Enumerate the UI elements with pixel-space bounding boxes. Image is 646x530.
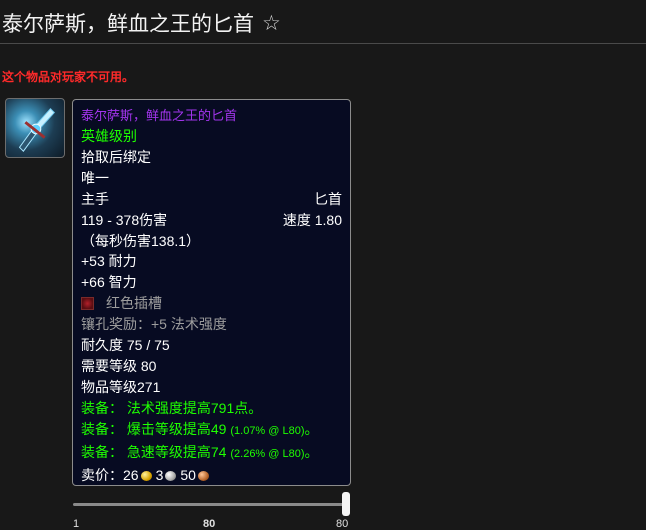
slider-min-label: 1 <box>73 518 80 530</box>
unique-tag: 唯一 <box>81 169 109 186</box>
item-quality: 英雄级别 <box>81 128 137 144</box>
required-level: 需要等级 80 <box>81 357 157 374</box>
level-slider-track[interactable] <box>73 503 350 506</box>
damage-row: 119 - 378伤害 速度 1.80 <box>81 210 342 231</box>
equip-haste[interactable]: 装备： 急速等级提高74 (2.26% @ L80)。 <box>81 442 342 465</box>
equip-detail: (1.07% @ L80) <box>230 424 305 437</box>
sell-price: 卖价：26 3 50 <box>81 465 342 486</box>
equip-prefix: 装备： <box>81 420 123 437</box>
equip-text: 爆击等级提高49 <box>126 420 227 437</box>
copper-coin-icon <box>197 470 209 481</box>
equip-crit[interactable]: 装备： 爆击等级提高49 (1.07% @ L80)。 <box>81 419 342 442</box>
unavailable-warning: 这个物品对玩家不可用。 <box>2 70 135 84</box>
item-name: 泰尔萨斯，鲜血之王的匕首 <box>81 108 238 123</box>
stat-intellect: +66 智力 <box>81 274 137 291</box>
item-speed: 速度 1.80 <box>282 211 342 228</box>
equip-detail: (2.26% @ L80) <box>230 447 305 460</box>
level-slider-handle[interactable] <box>342 492 350 516</box>
item-level: 物品等级271 <box>81 378 161 395</box>
item-dps: （每秒伤害138.1） <box>81 232 201 249</box>
equip-period: 。 <box>304 420 319 437</box>
item-type: 匕首 <box>314 190 342 207</box>
red-socket-icon <box>81 297 94 311</box>
gold-amount: 26 <box>123 466 139 483</box>
stat-stamina: +53 耐力 <box>81 253 137 270</box>
item-damage: 119 - 378伤害 <box>81 211 168 228</box>
dagger-icon[interactable] <box>5 98 65 158</box>
header-divider <box>0 43 646 44</box>
item-tooltip: 泰尔萨斯，鲜血之王的匕首 英雄级别 拾取后绑定 唯一 主手 匕首 119 - 3… <box>72 99 351 486</box>
equip-prefix: 装备： <box>81 399 123 416</box>
silver-coin-icon <box>165 470 177 481</box>
page-title: 泰尔萨斯，鲜血之王的匕首 ☆ <box>2 8 281 38</box>
equip-period: 。 <box>304 443 319 460</box>
item-slot: 主手 <box>81 190 109 207</box>
slider-max-label: 80 <box>336 518 349 530</box>
equip-prefix: 装备： <box>81 443 123 460</box>
bind-type: 拾取后绑定 <box>81 148 151 165</box>
socket-row: 红色插槽 <box>81 293 342 314</box>
gold-coin-icon <box>140 470 152 481</box>
durability: 耐久度 75 / 75 <box>81 337 170 354</box>
equip-text: 急速等级提高74 <box>126 443 227 460</box>
slot-row: 主手 匕首 <box>81 189 342 210</box>
slider-current-label: 80 <box>203 518 216 530</box>
equip-spell-power[interactable]: 装备： 法术强度提高791点。 <box>81 398 342 419</box>
socket-label: 红色插槽 <box>106 295 162 312</box>
star-outline-icon[interactable]: ☆ <box>262 13 281 34</box>
copper-amount: 50 <box>180 466 196 483</box>
sell-label: 卖价： <box>81 466 123 483</box>
silver-amount: 3 <box>155 466 164 483</box>
equip-text: 法术强度提高791点。 <box>126 399 263 416</box>
socket-bonus: 镶孔奖励：+5 法术强度 <box>81 316 227 333</box>
page-title-text: 泰尔萨斯，鲜血之王的匕首 <box>2 13 254 36</box>
